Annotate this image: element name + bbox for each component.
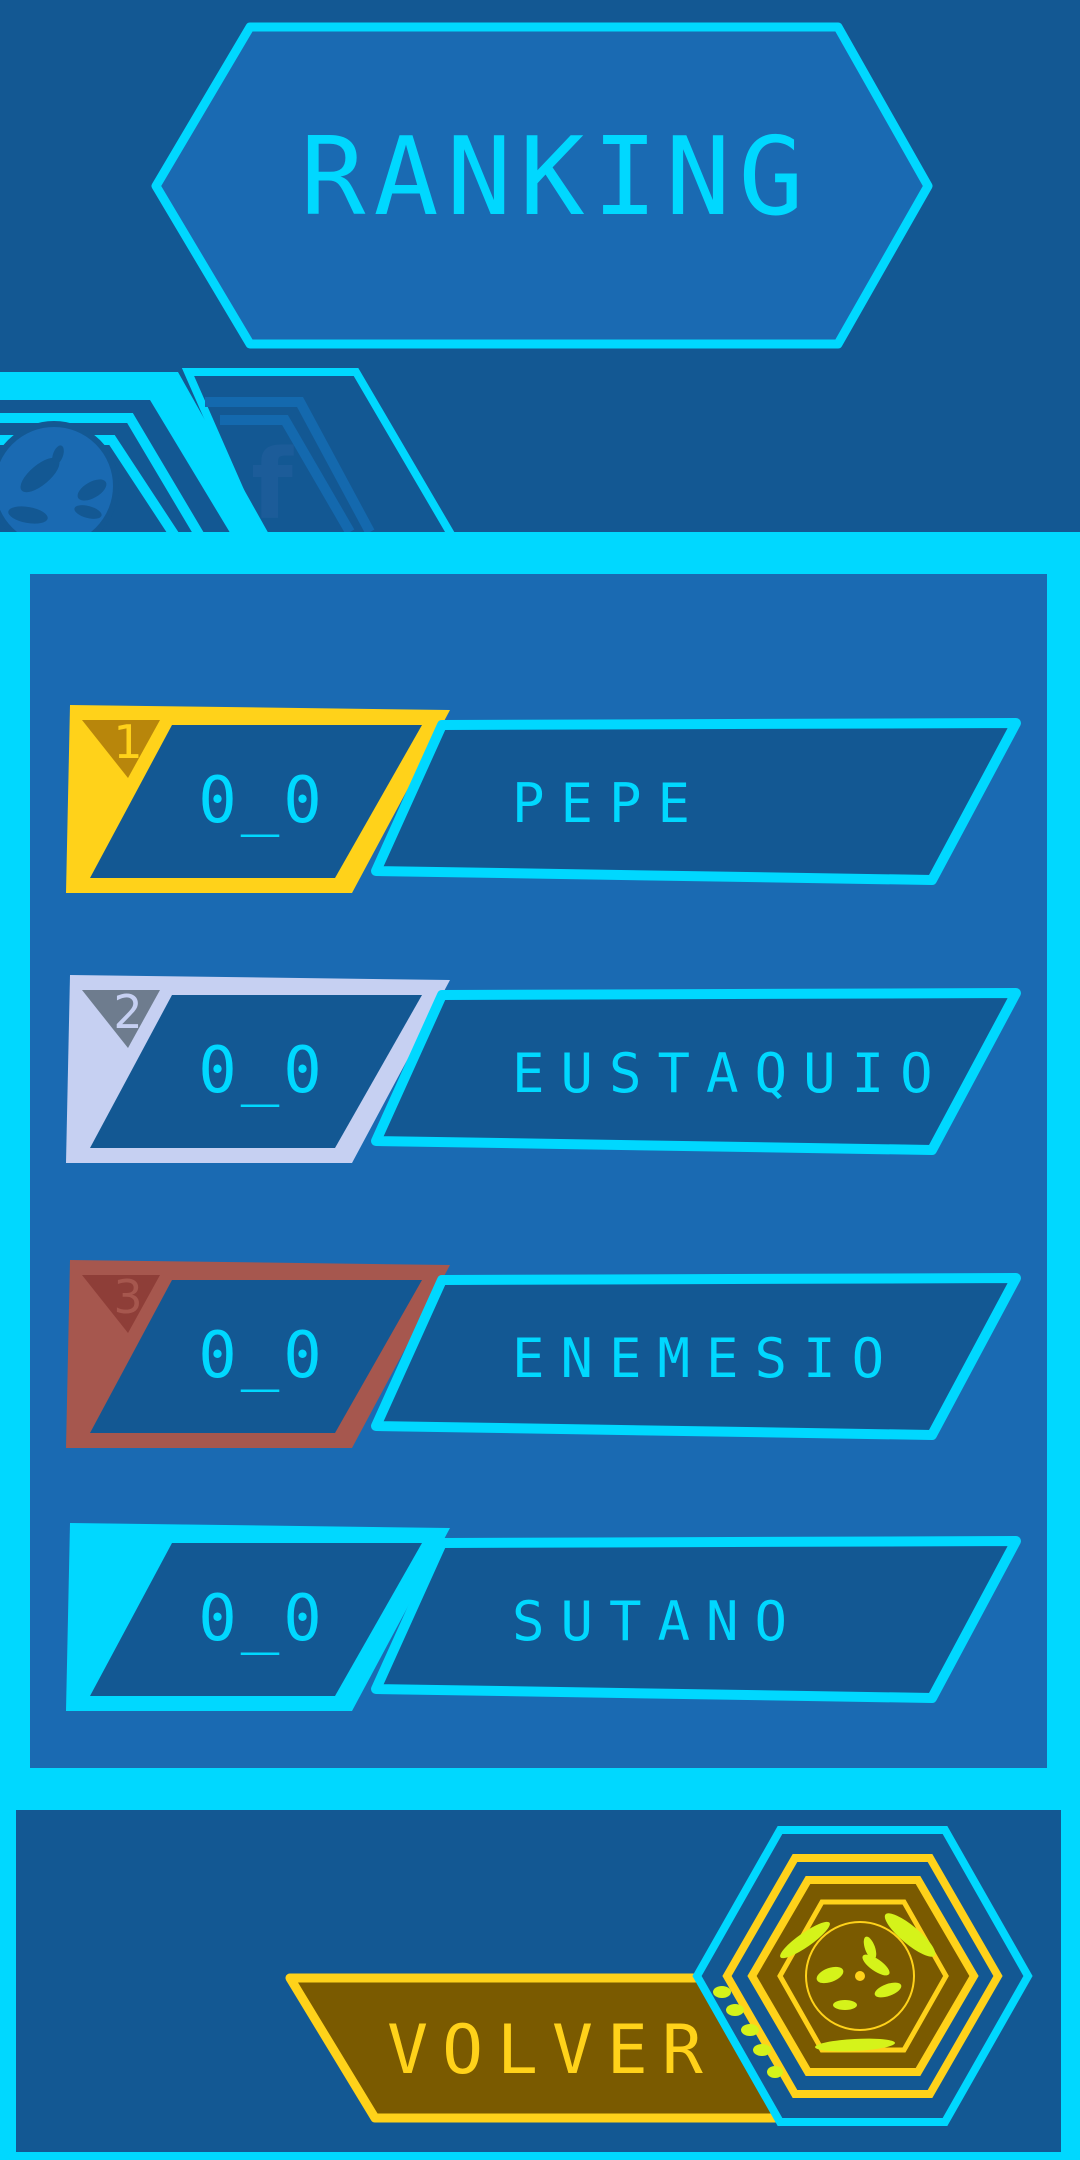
player-name: SUTANO	[512, 1590, 803, 1653]
ranking-row: 2 0_0 EUSTAQUIO	[66, 975, 1021, 1163]
name-plate: PEPE	[371, 718, 1021, 885]
player-name: EUSTAQUIO	[512, 1042, 949, 1105]
score-value: 0_0	[198, 1319, 326, 1393]
name-plate: EUSTAQUIO	[371, 988, 1021, 1155]
rank-number: 4	[113, 1533, 142, 1587]
score-value: 0_0	[198, 764, 326, 838]
player-name: PEPE	[512, 772, 706, 835]
score-value: 0_0	[198, 1034, 326, 1108]
player-name: ENEMESIO	[512, 1327, 900, 1390]
page-title: RANKING	[300, 115, 811, 240]
score-value: 0_0	[198, 1582, 326, 1656]
name-plate: SUTANO	[371, 1536, 1021, 1703]
ranking-row: 3 0_0 ENEMESIO	[66, 1260, 1021, 1448]
game-screen: RANKING f 10_0 PEPE20_0 EUSTAQUIO30_0 EN…	[0, 0, 1080, 2160]
title-banner: RANKING	[151, 22, 933, 349]
rank-number: 2	[113, 985, 142, 1039]
name-plate: ENEMESIO	[371, 1273, 1021, 1440]
rank-number: 1	[113, 715, 142, 769]
volver-label: VOLVER	[387, 2011, 717, 2090]
rank-number: 3	[113, 1270, 142, 1324]
ranking-row: 1 0_0 PEPE	[66, 705, 1021, 893]
ranking-row: 4 0_0 SUTANO	[66, 1523, 1021, 1711]
